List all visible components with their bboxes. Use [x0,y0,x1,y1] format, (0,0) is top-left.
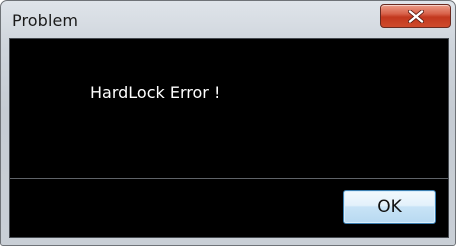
close-button[interactable] [380,4,451,28]
window-title: Problem [12,11,79,30]
title-bar[interactable]: Problem [1,1,455,39]
divider [10,178,448,179]
close-icon [408,10,424,23]
problem-dialog-window: Problem HardLock Error ! OK [0,0,456,246]
error-message: HardLock Error ! [90,83,221,102]
dialog-content: HardLock Error ! OK [9,38,449,238]
ok-button[interactable]: OK [343,190,436,224]
